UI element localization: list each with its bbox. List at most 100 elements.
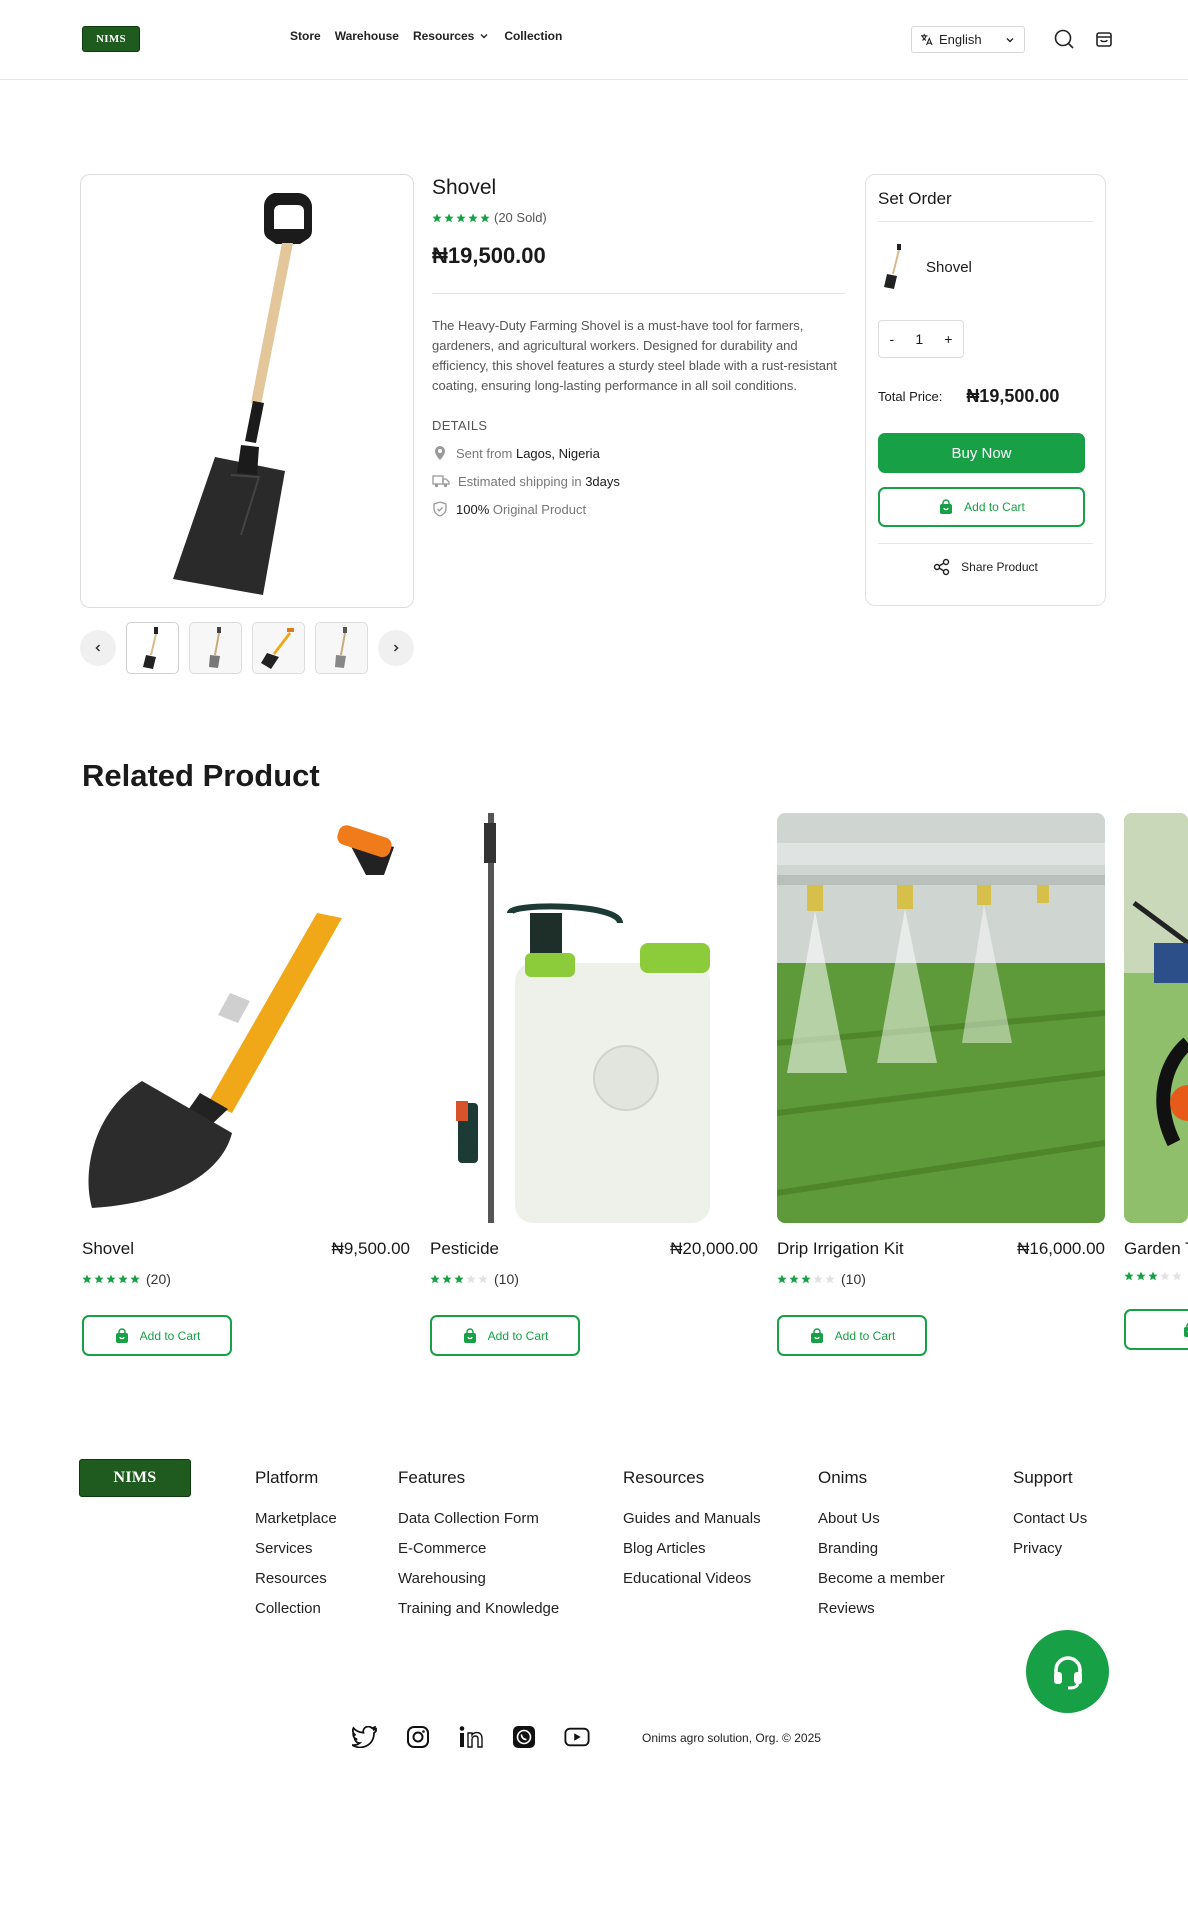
nav-store[interactable]: Store (290, 29, 321, 43)
product-main-image (80, 174, 414, 608)
footer-link[interactable]: Educational Videos (623, 1570, 761, 1587)
footer-link[interactable]: Reviews (818, 1600, 945, 1617)
divider (432, 293, 845, 294)
star-icon (430, 1274, 440, 1284)
product-card-price: ₦16,000.00 (1017, 1239, 1105, 1258)
footer-heading: Platform (255, 1468, 319, 1487)
shovel-thumb (208, 627, 221, 668)
youtube-icon[interactable] (564, 1724, 590, 1750)
footer-heading: Onims (818, 1468, 868, 1487)
next-arrow-button[interactable] (378, 630, 414, 666)
support-chat-button[interactable] (1026, 1630, 1109, 1713)
star-icon (466, 1274, 476, 1284)
footer-link[interactable]: Data Collection Form (398, 1510, 559, 1527)
add-to-cart-button[interactable]: Add to Cart (430, 1315, 580, 1356)
footer-link[interactable]: Contact Us (1013, 1510, 1087, 1527)
footer-link[interactable]: Privacy (1013, 1540, 1087, 1557)
product-card-image (82, 813, 410, 1223)
star-icon (1148, 1271, 1158, 1281)
headset-icon (1053, 1655, 1082, 1689)
product-card[interactable]: Pesticide ₦20,000.00 (10) Add to Cart (430, 813, 758, 1356)
footer-link[interactable]: Collection (255, 1600, 337, 1617)
whatsapp-icon[interactable] (511, 1724, 537, 1750)
footer-link[interactable]: Services (255, 1540, 337, 1557)
footer-column-resources: Resources Guides and Manuals Blog Articl… (623, 1468, 761, 1600)
footer-link[interactable]: Become a member (818, 1570, 945, 1587)
qty-decrement-button[interactable]: - (890, 331, 895, 347)
main-nav: Store Warehouse Resources Collection (290, 29, 562, 43)
nav-collection[interactable]: Collection (504, 29, 562, 43)
wheelbarrow-image (1124, 813, 1188, 1223)
footer-link[interactable]: Guides and Manuals (623, 1510, 761, 1527)
thumbnail-2[interactable] (189, 622, 242, 674)
shield-icon (433, 501, 447, 517)
language-select[interactable]: English (911, 26, 1025, 53)
star-icon (789, 1274, 799, 1284)
logo[interactable]: NIMS (82, 26, 140, 52)
location-pin-icon (435, 446, 445, 460)
linkedin-icon[interactable] (458, 1724, 484, 1750)
product-description: The Heavy-Duty Farming Shovel is a must-… (432, 318, 837, 393)
product-title: Shovel (432, 176, 497, 199)
language-label: English (939, 32, 982, 47)
thumbnail-1[interactable] (126, 622, 179, 674)
footer-link[interactable]: Training and Knowledge (398, 1600, 559, 1617)
qty-value[interactable]: 1 (915, 331, 923, 347)
product-card[interactable]: Shovel ₦9,500.00 (20) Add to Cart (82, 813, 410, 1356)
shovel-thumb (884, 244, 901, 289)
shovel-thumb (334, 627, 347, 668)
shopping-bag-icon (810, 1327, 823, 1343)
footer-link[interactable]: Marketplace (255, 1510, 337, 1527)
footer-heading: Support (1013, 1468, 1073, 1487)
footer-link[interactable]: E-Commerce (398, 1540, 559, 1557)
irrigation-image (777, 813, 1105, 1223)
product-card[interactable]: Drip Irrigation Kit ₦16,000.00 (10) Add … (777, 813, 1105, 1356)
product-card[interactable]: Garden T A (1124, 813, 1188, 1350)
star-icon (480, 213, 490, 222)
twitter-icon[interactable] (352, 1724, 378, 1750)
product-card-rating: (20) (82, 1271, 410, 1287)
rating-count: (20) (146, 1271, 171, 1287)
footer-link[interactable]: Warehousing (398, 1570, 559, 1587)
footer-link[interactable]: About Us (818, 1510, 945, 1527)
buy-now-button[interactable]: Buy Now (878, 433, 1085, 473)
star-rating (432, 213, 490, 223)
pesticide-sprayer-image (430, 813, 758, 1223)
footer-link[interactable]: Blog Articles (623, 1540, 761, 1557)
footer-link[interactable]: Branding (818, 1540, 945, 1557)
footer-logo[interactable]: NIMS (79, 1459, 191, 1497)
detail-shipping: Estimated shipping in 3days (432, 473, 845, 489)
qty-increment-button[interactable]: + (944, 331, 952, 347)
nav-resources[interactable]: Resources (413, 29, 490, 43)
product-card-name: Garden T (1124, 1239, 1188, 1258)
social-links (352, 1724, 590, 1750)
star-icon (82, 1274, 92, 1284)
footer-link[interactable]: Resources (255, 1570, 337, 1587)
thumbnail-4[interactable] (315, 622, 368, 674)
cart-icon[interactable] (1093, 28, 1115, 50)
rating-count: (10) (494, 1271, 519, 1287)
product-card-name: Pesticide (430, 1239, 499, 1258)
add-to-cart-button[interactable]: Add to Cart (777, 1315, 927, 1356)
star-rating (82, 1274, 140, 1284)
product-rating: (20 Sold) (432, 210, 845, 225)
total-price: Total Price: ₦19,500.00 (878, 386, 1093, 407)
nav-warehouse[interactable]: Warehouse (335, 29, 399, 43)
star-icon (801, 1274, 811, 1284)
prev-arrow-button[interactable] (80, 630, 116, 666)
thumbnail-3[interactable] (252, 622, 305, 674)
search-icon[interactable] (1053, 28, 1075, 50)
detail-sent-from: Sent from Lagos, Nigeria (432, 445, 845, 461)
add-to-cart-button[interactable]: A (1124, 1309, 1188, 1350)
shopping-bag-icon (940, 499, 953, 514)
add-to-cart-button[interactable]: Add to Cart (878, 487, 1085, 527)
add-to-cart-button[interactable]: Add to Cart (82, 1315, 232, 1356)
thumbnail-strip (80, 622, 414, 674)
star-rating (430, 1274, 488, 1284)
product-card-name: Shovel (82, 1239, 134, 1258)
product-card-rating (1124, 1271, 1188, 1281)
instagram-icon[interactable] (405, 1724, 431, 1750)
share-product-button[interactable]: Share Product (878, 543, 1093, 576)
star-icon (1136, 1271, 1146, 1281)
footer-column-support: Support Contact Us Privacy (1013, 1468, 1087, 1570)
